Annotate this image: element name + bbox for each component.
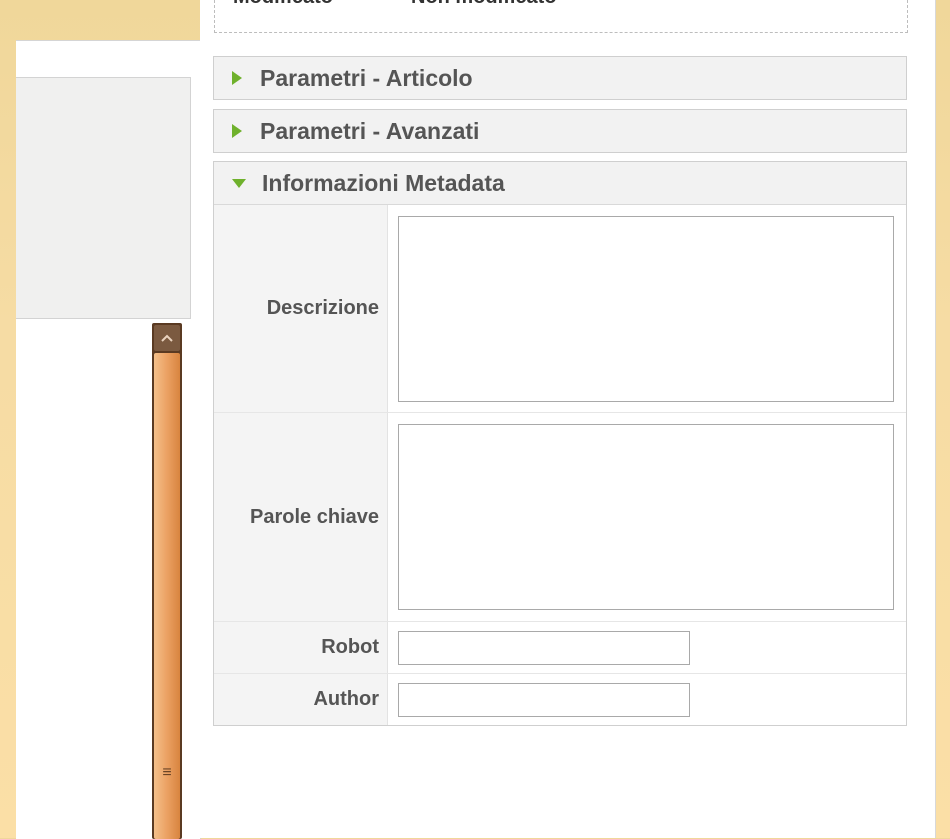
author-label: Author: [214, 674, 388, 725]
scrollbar-thumb[interactable]: ≡: [154, 353, 180, 839]
collapse-arrow-icon: [232, 178, 246, 188]
vertical-scrollbar[interactable]: ≡: [152, 323, 182, 839]
panel-parametri-avanzati: Parametri - Avanzati: [213, 109, 907, 153]
panel-parametri-articolo: Parametri - Articolo: [213, 56, 907, 100]
panel-title: Parametri - Avanzati: [260, 117, 480, 144]
author-input[interactable]: [398, 682, 690, 717]
metadata-row-parole-chiave: Parole chiave: [214, 413, 906, 622]
expand-arrow-icon: [232, 71, 242, 85]
panel-title: Parametri - Articolo: [260, 64, 473, 91]
robot-label: Robot: [214, 622, 388, 673]
expand-arrow-icon: [232, 124, 242, 138]
panel-header-informazioni-metadata[interactable]: Informazioni Metadata: [214, 162, 906, 204]
robot-input[interactable]: [398, 630, 690, 665]
chevron-up-icon: [161, 334, 173, 342]
grip-icon: ≡: [162, 764, 172, 781]
parole-chiave-label: Parole chiave: [214, 413, 388, 621]
scroll-up-button[interactable]: [154, 325, 180, 351]
previous-section-box: Modificato Non modificato: [214, 0, 908, 33]
panel-header-parametri-articolo[interactable]: Parametri - Articolo: [214, 57, 906, 99]
descrizione-textarea[interactable]: [398, 215, 894, 402]
metadata-row-descrizione: Descrizione: [214, 205, 906, 413]
metadata-row-robot: Robot: [214, 622, 906, 674]
editor-left-panel: ≡: [16, 40, 201, 839]
parameters-column: Modificato Non modificato Parametri - Ar…: [200, 0, 936, 838]
metadata-row-author: Author: [214, 674, 906, 725]
panel-title: Informazioni Metadata: [262, 169, 505, 196]
editor-toolbar-area: [16, 77, 191, 319]
previous-section-label: Modificato: [233, 0, 333, 9]
descrizione-label: Descrizione: [214, 205, 388, 412]
panel-header-parametri-avanzati[interactable]: Parametri - Avanzati: [214, 110, 906, 152]
panel-informazioni-metadata: Informazioni Metadata Descrizione Parole…: [213, 161, 907, 726]
parole-chiave-textarea[interactable]: [398, 424, 894, 610]
metadata-table: Descrizione Parole chiave Robot Author: [214, 204, 906, 725]
previous-section-value: Non modificato: [411, 0, 557, 9]
